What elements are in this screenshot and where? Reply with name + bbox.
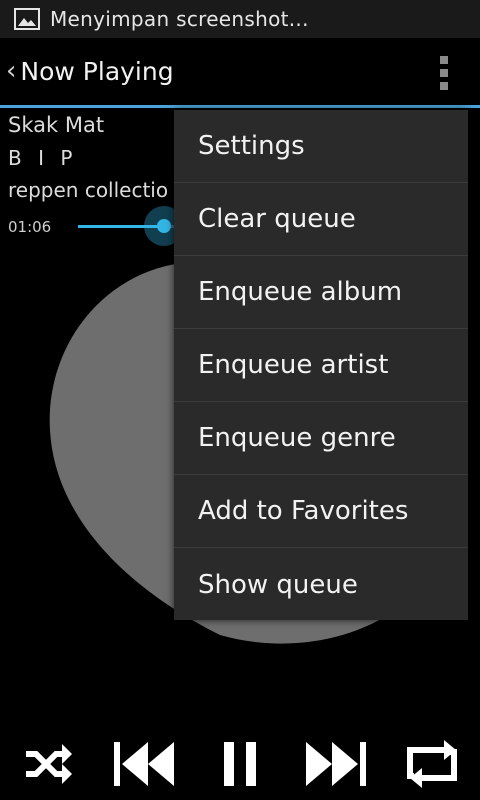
shuffle-icon[interactable] [22, 738, 74, 790]
playback-controls [0, 728, 480, 800]
menu-item-enqueue-album[interactable]: Enqueue album [174, 256, 468, 329]
action-bar: ‹ Now Playing [0, 38, 480, 104]
status-bar: Menyimpan screenshot... [0, 0, 480, 38]
action-bar-divider [0, 105, 480, 108]
page-title[interactable]: Now Playing [20, 57, 173, 86]
menu-item-show-queue[interactable]: Show queue [174, 548, 468, 621]
elapsed-time: 01:06 [8, 218, 52, 236]
overflow-menu-icon[interactable] [438, 56, 450, 90]
repeat-icon[interactable] [404, 738, 460, 790]
menu-item-settings[interactable]: Settings [174, 110, 468, 183]
menu-item-clear-queue[interactable]: Clear queue [174, 183, 468, 256]
skip-previous-icon[interactable] [112, 738, 176, 790]
menu-item-add-to-favorites[interactable]: Add to Favorites [174, 475, 468, 548]
skip-next-icon[interactable] [304, 738, 368, 790]
overflow-menu: Settings Clear queue Enqueue album Enque… [174, 110, 468, 620]
track-album: reppen collectio [8, 178, 169, 202]
chevron-left-icon[interactable]: ‹ [6, 58, 16, 84]
menu-item-enqueue-artist[interactable]: Enqueue artist [174, 329, 468, 402]
image-icon [14, 8, 40, 30]
track-title: Skak Mat [8, 113, 105, 137]
pause-icon[interactable] [220, 738, 260, 790]
status-notification-text: Menyimpan screenshot... [50, 7, 309, 31]
track-artist: B I P [8, 146, 78, 170]
menu-item-enqueue-genre[interactable]: Enqueue genre [174, 402, 468, 475]
